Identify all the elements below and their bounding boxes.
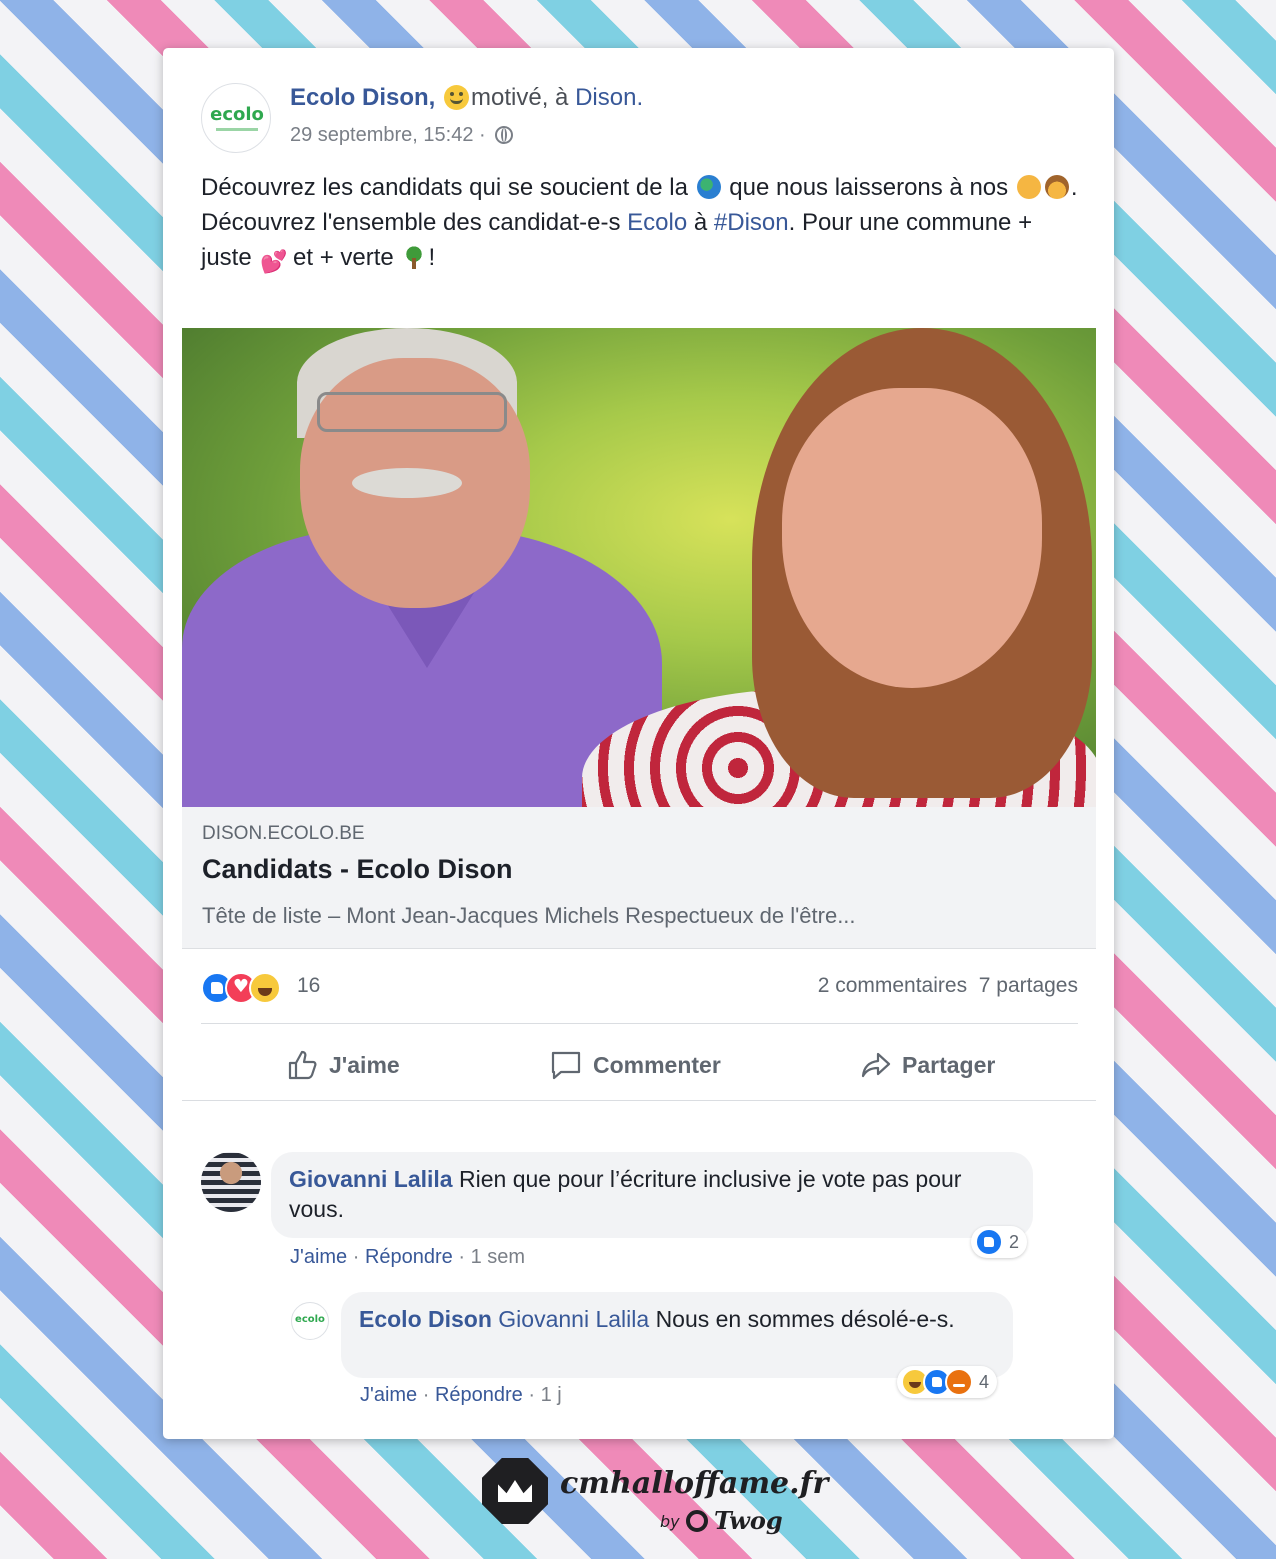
- post-line-2: Découvrez l'ensemble des candidat-e-s Ec…: [201, 205, 1081, 275]
- post-header: Ecolo Dison, motivé, à Dison.: [290, 84, 643, 112]
- share-button[interactable]: Partager: [860, 1040, 995, 1090]
- cmhalloffame-watermark: cmhalloffame.fr by Twog: [482, 1458, 828, 1538]
- ecolo-logo: ecolo: [295, 1314, 325, 1325]
- logo-underline: [216, 128, 258, 131]
- ecolo-mention-link[interactable]: Ecolo: [627, 209, 687, 236]
- post-body: Découvrez les candidats qui se soucient …: [201, 170, 1081, 275]
- post-text-segment: Découvrez l'ensemble des candidat-e-s: [201, 209, 621, 236]
- post-text-segment: !: [428, 244, 436, 271]
- post-timestamp[interactable]: 29 septembre, 15:42 ·: [290, 124, 486, 146]
- divider: [182, 1100, 1096, 1101]
- comment-author-link[interactable]: Giovanni Lalila: [289, 1166, 453, 1192]
- boy-emoji-icon: [1016, 175, 1041, 199]
- grinning-face-icon: [444, 85, 470, 110]
- reply-age[interactable]: 1 j: [541, 1384, 562, 1406]
- photo-man-glasses: [317, 392, 507, 432]
- post-text-segment: et + verte: [293, 244, 394, 271]
- comment-button[interactable]: Commenter: [549, 1040, 721, 1090]
- dison-hashtag-link[interactable]: #Dison: [714, 209, 789, 236]
- reply-reactions[interactable]: 4: [897, 1366, 998, 1398]
- post-actions-bar: J'aime Commenter Partager: [182, 1040, 1096, 1090]
- ecolo-logo: ecolo: [210, 104, 264, 125]
- comment-reply-link[interactable]: Répondre: [365, 1246, 453, 1268]
- place-link[interactable]: Dison.: [575, 84, 643, 111]
- share-arrow-icon: [861, 1052, 891, 1078]
- haha-reaction-icon: [249, 972, 281, 1004]
- twog-eye-icon: [686, 1510, 708, 1532]
- comment-text: Giovanni Lalila Rien que pour l’écriture…: [289, 1164, 1009, 1224]
- engagement-stats: 2 commentaires 7 partages: [818, 974, 1078, 998]
- link-domain: DISON.ECOLO.BE: [202, 823, 365, 844]
- post-text-segment: .: [1070, 174, 1078, 201]
- reply-text: Ecolo Dison Giovanni Lalila Nous en somm…: [359, 1304, 999, 1334]
- post-line-1: Découvrez les candidats qui se soucient …: [201, 170, 1081, 205]
- commenter-avatar[interactable]: [201, 1152, 261, 1212]
- reply-reply-link[interactable]: Répondre: [435, 1384, 523, 1406]
- link-title[interactable]: Candidats - Ecolo Dison: [202, 854, 513, 885]
- page-name-link[interactable]: Ecolo Dison,: [290, 84, 435, 111]
- post-text-segment: à: [693, 209, 708, 236]
- reply-avatar[interactable]: ecolo: [291, 1302, 329, 1340]
- link-description: Tête de liste – Mont Jean-Jacques Michel…: [202, 903, 856, 928]
- like-button-label: J'aime: [329, 1051, 400, 1078]
- share-button-label: Partager: [902, 1051, 996, 1078]
- photo-man-mustache: [352, 468, 462, 498]
- comment-button-label: Commenter: [593, 1051, 721, 1078]
- feeling-text: motivé, à: [471, 84, 569, 111]
- brand-partner: Twog: [714, 1506, 783, 1535]
- post-text-segment: Découvrez les candidats qui se soucient …: [201, 174, 688, 201]
- globe-emoji-icon: [696, 175, 721, 199]
- reply-actions: J'aime · Répondre · 1 j: [360, 1384, 562, 1406]
- reaction-count: 16: [297, 974, 321, 997]
- comment-like-link[interactable]: J'aime: [290, 1246, 347, 1268]
- like-reaction-icon: [975, 1228, 1003, 1256]
- link-preview-image[interactable]: [182, 328, 1096, 807]
- link-preview-meta[interactable]: DISON.ECOLO.BE Candidats - Ecolo Dison T…: [182, 807, 1096, 949]
- brand-by: by: [660, 1512, 680, 1531]
- comments-count-link[interactable]: 2 commentaires: [818, 974, 967, 997]
- post-text-segment: que nous laisserons à nos: [729, 174, 1009, 201]
- comment-actions: J'aime · Répondre · 1 sem: [290, 1246, 526, 1268]
- globe-icon: [495, 126, 514, 144]
- reply-like-link[interactable]: J'aime: [360, 1384, 417, 1406]
- thumbs-up-icon: [288, 1050, 317, 1080]
- girl-emoji-icon: [1044, 175, 1069, 199]
- divider: [201, 1023, 1078, 1024]
- reply-reaction-count: 4: [979, 1371, 990, 1392]
- brand-name: cmhalloffame.fr: [560, 1466, 829, 1501]
- reply-body: Nous en sommes désolé-e-s.: [655, 1306, 955, 1332]
- like-button[interactable]: J'aime: [287, 1040, 400, 1090]
- tree-emoji-icon: [402, 245, 427, 269]
- page-avatar[interactable]: ecolo: [201, 83, 271, 153]
- reply-mention-link[interactable]: Giovanni Lalila: [498, 1306, 649, 1332]
- photo-woman-face: [782, 388, 1042, 688]
- comment-icon: [551, 1051, 581, 1080]
- angry-reaction-icon: [945, 1368, 973, 1396]
- comment-reactions[interactable]: 2: [971, 1226, 1028, 1258]
- comment-reaction-count: 2: [1009, 1231, 1020, 1252]
- two-hearts-emoji-icon: 💕: [260, 249, 288, 274]
- facebook-post-card: ecolo Ecolo Dison, motivé, à Dison. 29 s…: [163, 48, 1114, 1439]
- shares-count-link[interactable]: 7 partages: [979, 974, 1078, 997]
- post-meta: 29 septembre, 15:42 ·: [290, 124, 514, 147]
- comment-bubble: Giovanni Lalila Rien que pour l’écriture…: [271, 1152, 1033, 1238]
- comment-age[interactable]: 1 sem: [471, 1246, 525, 1268]
- reply-author-link[interactable]: Ecolo Dison: [359, 1306, 492, 1332]
